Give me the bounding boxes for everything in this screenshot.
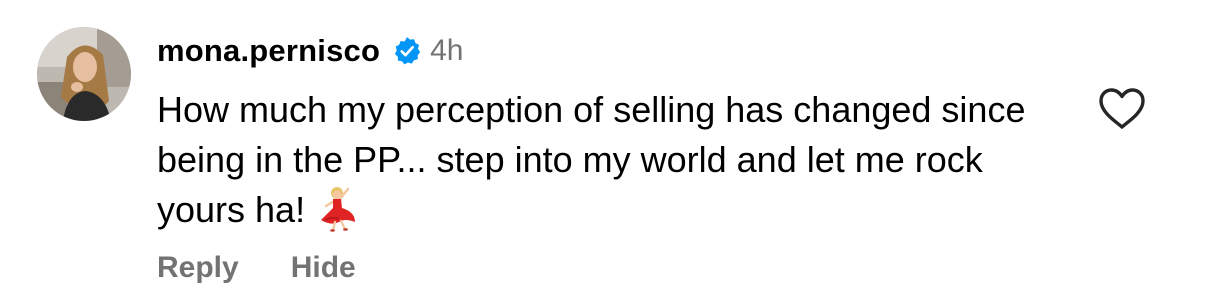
username[interactable]: mona.pernisco — [157, 33, 380, 69]
dancer-emoji — [315, 186, 361, 232]
comment-item: mona.pernisco 4h How much my perception … — [0, 0, 1206, 303]
comment-header: mona.pernisco 4h — [157, 30, 463, 72]
avatar[interactable] — [37, 27, 131, 121]
comment-text-block: How much my perception of selling has ch… — [157, 85, 1057, 235]
like-button[interactable] — [1098, 87, 1146, 131]
comment-text: How much my perception of selling has ch… — [157, 89, 1026, 230]
avatar-image — [37, 27, 131, 121]
reply-button[interactable]: Reply — [157, 251, 239, 285]
comment-actions: Reply Hide — [157, 246, 356, 290]
verified-badge-icon — [392, 36, 422, 66]
timestamp[interactable]: 4h — [430, 34, 463, 68]
heart-outline-icon — [1099, 88, 1145, 129]
hide-button[interactable]: Hide — [291, 251, 356, 285]
